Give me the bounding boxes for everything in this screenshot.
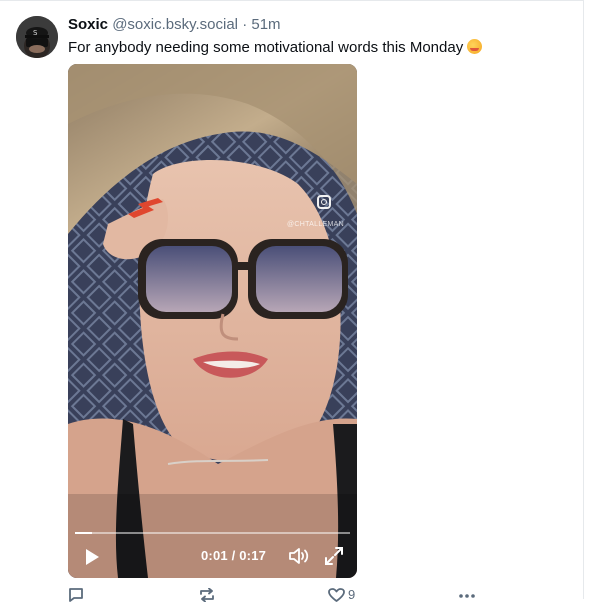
- post-header: Soxic @soxic.bsky.social · 51m: [68, 15, 281, 35]
- reply-icon[interactable]: [68, 588, 84, 602]
- post-time[interactable]: 51m: [251, 16, 280, 33]
- feed-border: [583, 0, 584, 599]
- post-text-line: For anybody needing some motivational wo…: [68, 38, 483, 58]
- author-handle[interactable]: @soxic.bsky.social: [112, 16, 238, 33]
- video-timecode: 0:01 / 0:17: [201, 548, 267, 563]
- like-icon[interactable]: [328, 588, 345, 602]
- video-player[interactable]: @CHTALLEMAN 0:01 / 0:17: [68, 64, 357, 578]
- more-icon[interactable]: [458, 588, 476, 602]
- instagram-icon: [317, 195, 331, 209]
- video-progress-fill: [75, 532, 92, 534]
- hugging-face-emoji-icon: [467, 39, 483, 54]
- post-divider: [0, 0, 583, 1]
- post-actions: 9: [68, 588, 488, 602]
- play-button[interactable]: [82, 547, 102, 567]
- like-count: 9: [348, 587, 356, 602]
- post-text: For anybody needing some motivational wo…: [68, 39, 464, 56]
- avatar[interactable]: S: [16, 16, 58, 58]
- separator-dot: ·: [242, 16, 248, 33]
- author-name[interactable]: Soxic: [68, 16, 108, 33]
- video-watermark: @CHTALLEMAN: [287, 221, 344, 228]
- fullscreen-icon: [325, 547, 343, 565]
- video-progress-bar[interactable]: [75, 532, 350, 534]
- fullscreen-button[interactable]: [324, 546, 344, 566]
- play-icon: [86, 549, 99, 565]
- repost-icon[interactable]: [198, 588, 216, 602]
- video-frame: [68, 64, 357, 578]
- volume-button[interactable]: [288, 546, 310, 566]
- volume-icon: [289, 548, 309, 564]
- svg-text:S: S: [33, 29, 38, 37]
